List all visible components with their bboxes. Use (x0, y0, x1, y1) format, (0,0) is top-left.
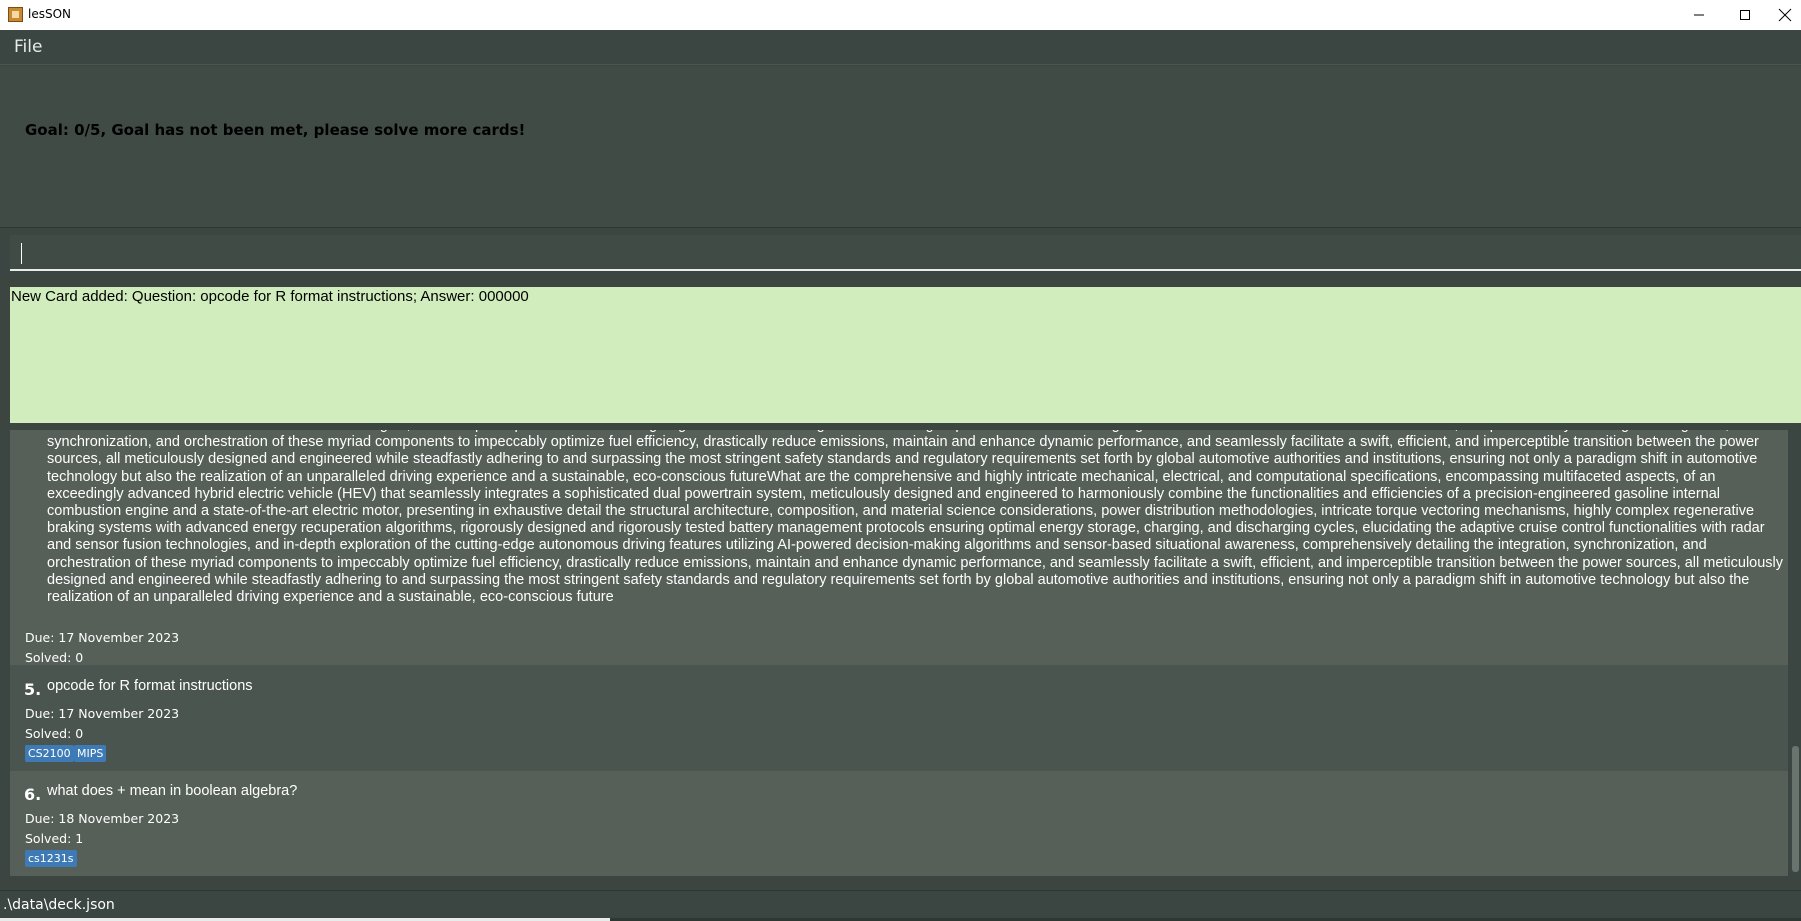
card-due: Due: 17 November 2023 (25, 630, 180, 645)
scrollbar-thumb[interactable] (1792, 746, 1799, 872)
card-question: functionalities with radar and sensor fu… (47, 430, 1784, 606)
maximize-icon (1740, 10, 1750, 20)
tag-badge: MIPS (74, 745, 107, 762)
minimize-icon (1694, 14, 1704, 16)
goal-status: Goal: 0/5, Goal has not been met, please… (25, 121, 526, 139)
command-input[interactable] (10, 235, 1801, 271)
card-index: 6. (24, 785, 42, 804)
goal-panel: Goal: 0/5, Goal has not been met, please… (0, 66, 1801, 228)
close-icon (1778, 8, 1791, 22)
card-list: functionalities with radar and sensor fu… (0, 430, 1801, 878)
minimize-button[interactable] (1676, 0, 1722, 30)
list-item[interactable]: 5. opcode for R format instructions Due:… (10, 665, 1788, 771)
card-question: opcode for R format instructions (47, 678, 253, 694)
card-solved: Solved: 1 (25, 831, 84, 846)
command-box (0, 229, 1801, 277)
result-display: New Card added: Question: opcode for R f… (10, 287, 1801, 423)
maximize-button[interactable] (1722, 0, 1768, 30)
title-bar: lesSON (0, 0, 1801, 30)
tag-badge: cs1231s (25, 850, 77, 867)
result-message: New Card added: Question: opcode for R f… (11, 288, 529, 305)
card-due: Due: 18 November 2023 (25, 811, 180, 826)
card-solved: Solved: 0 (25, 650, 84, 665)
menu-file[interactable]: File (14, 37, 42, 57)
status-bar: .\data\deck.json (0, 890, 1801, 921)
list-item[interactable]: functionalities with radar and sensor fu… (10, 430, 1788, 665)
card-question: what does + mean in boolean algebra? (47, 783, 298, 799)
tag-badge: CS2100 (25, 745, 74, 762)
card-due: Due: 17 November 2023 (25, 706, 180, 721)
menu-bar: File (0, 30, 1801, 65)
text-caret (21, 243, 22, 264)
card-list-scrollbar[interactable] (1790, 430, 1801, 878)
card-solved: Solved: 0 (25, 726, 84, 741)
list-item[interactable]: 6. what does + mean in boolean algebra? … (10, 771, 1788, 876)
close-button[interactable] (1768, 0, 1801, 30)
window-title: lesSON (28, 7, 72, 21)
card-index: 5. (24, 680, 42, 699)
save-location: .\data\deck.json (3, 897, 115, 913)
app-icon (8, 7, 23, 22)
